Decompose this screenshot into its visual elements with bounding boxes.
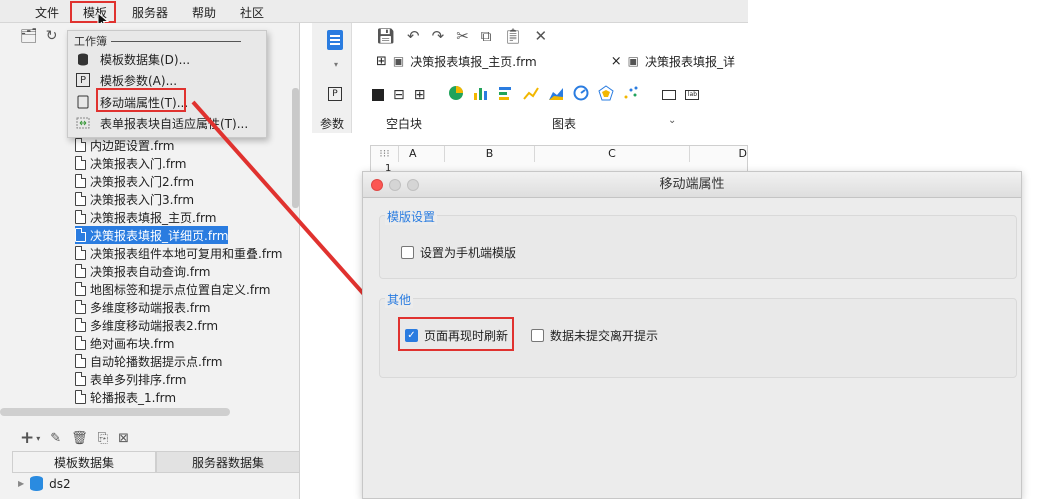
file-icon [75, 228, 86, 242]
cut-icon[interactable]: ✂ [456, 27, 469, 45]
edit-toolbar: 💾︎ ↶ ↷ ✂ ⧉ 📋︎ ✕ [376, 27, 547, 45]
file-icon [75, 318, 86, 332]
tree-item[interactable]: 决策报表入门2.frm [75, 172, 194, 190]
menu-item-parameters[interactable]: P 模板参数(A)... [76, 70, 177, 90]
dropdown-header: 工作簿 [74, 33, 241, 49]
dialog-titlebar: 移动端属性 [363, 172, 1021, 198]
label-icon[interactable]: lab [685, 90, 700, 100]
tab-server-datasets[interactable]: 服务器数据集 [156, 451, 300, 473]
file-icon [75, 282, 86, 296]
textbox-icon[interactable] [662, 90, 677, 100]
adaptive-icon [76, 116, 90, 130]
template-file-icon: ▣ [392, 54, 405, 68]
datasource-tabs: 模板数据集 服务器数据集 [12, 451, 300, 473]
radar-chart-icon[interactable] [598, 85, 615, 105]
menu-server[interactable]: 服务器 [132, 4, 168, 21]
close-window-button[interactable] [371, 179, 383, 191]
refresh-icon[interactable]: ↻ [46, 28, 58, 44]
database-icon [30, 476, 44, 491]
redo-icon[interactable]: ↷ [432, 27, 445, 45]
file-icon [75, 336, 86, 350]
menu-help[interactable]: 帮助 [192, 4, 216, 21]
datasource-item[interactable]: ▶ ds2 [18, 476, 71, 491]
file-icon [75, 390, 86, 404]
delete-icon[interactable]: 🗑︎ [71, 431, 88, 446]
datasource-toolbar: + ▾ ✎ 🗑︎ ⎘ ⊠ [0, 427, 300, 449]
file-icon [75, 354, 86, 368]
zoom-window-button[interactable] [407, 179, 419, 191]
hbar-chart-icon[interactable] [498, 85, 514, 105]
template-tabs: ⊞ ▣ 决策报表填报_主页.frm × ▣ 决策报表填报_详 [376, 50, 748, 72]
tree-item[interactable]: 轮播报表_1.frm [75, 388, 176, 406]
menu-community[interactable]: 社区 [240, 4, 264, 21]
new-folder-icon[interactable]: 🗂︎ [20, 28, 38, 44]
column-header-b[interactable]: B [445, 146, 535, 162]
tree-item[interactable]: 自动轮播数据提示点.frm [75, 352, 222, 370]
file-icon [75, 192, 86, 206]
section-title-template-settings: 模版设置 [385, 208, 438, 225]
save-icon[interactable]: 💾︎ [376, 27, 395, 45]
file-icon [75, 246, 86, 260]
parameter-icon: P [76, 73, 90, 87]
file-icon [75, 372, 86, 386]
checkbox-unchecked[interactable] [531, 329, 544, 342]
tab-layout-icon[interactable]: ⊞ [414, 87, 426, 103]
menu-item-highlight [96, 88, 186, 112]
chevron-down-icon[interactable]: ⌄ [668, 115, 676, 126]
minimize-window-button[interactable] [389, 179, 401, 191]
section-title-other: 其他 [385, 291, 414, 308]
mobile-icon [76, 95, 90, 109]
undo-icon[interactable]: ↶ [407, 27, 420, 45]
sql-icon[interactable]: ⊠ [118, 431, 129, 446]
scatter-chart-icon[interactable] [623, 85, 639, 105]
tab-main-page[interactable]: 决策报表填报_主页.frm [410, 53, 536, 70]
column-header-a[interactable]: A [399, 146, 445, 162]
checkbox-highlight [398, 317, 514, 351]
tab-template-datasets[interactable]: 模板数据集 [12, 451, 156, 473]
checkbox-unsaved-leave-prompt[interactable]: 数据未提交离开提示 [531, 327, 658, 344]
column-header-d[interactable]: D [690, 146, 749, 162]
preview-icon[interactable]: ⎘ [98, 431, 108, 446]
template-file-icon: ▣ [627, 54, 639, 68]
chevron-down-icon[interactable]: ▾ [36, 434, 40, 443]
tree-item[interactable]: 决策报表入门.frm [75, 154, 186, 172]
tree-horizontal-scrollbar[interactable] [0, 408, 230, 416]
close-icon[interactable]: × [611, 54, 622, 69]
tree-item[interactable]: 决策报表入门3.frm [75, 190, 194, 208]
line-chart-icon[interactable] [523, 85, 540, 105]
mobile-template-icon[interactable] [326, 29, 344, 51]
menu-item-dataset[interactable]: 模板数据集(D)... [76, 49, 190, 69]
paste-icon[interactable]: 📋︎ [504, 27, 523, 45]
insert-ribbon: ⊟ ⊞ lab [372, 85, 700, 105]
file-icon [75, 210, 86, 224]
divider [111, 40, 241, 42]
file-icon [75, 174, 86, 188]
checkbox-unchecked[interactable] [401, 246, 414, 259]
file-icon [75, 156, 86, 170]
chevron-down-icon[interactable]: ▾ [334, 60, 338, 69]
edit-icon[interactable]: ✎ [50, 431, 61, 446]
tree-item[interactable]: 表单多列排序.frm [75, 370, 186, 388]
database-icon [76, 52, 90, 66]
file-icon [75, 138, 86, 152]
tree-item[interactable]: 内边距设置.frm [75, 136, 174, 154]
tab-detail-page[interactable]: 决策报表填报_详 [645, 53, 735, 70]
file-icon [75, 264, 86, 278]
add-icon[interactable]: + [20, 428, 34, 448]
layout-icon[interactable]: ⊞ [376, 54, 387, 69]
copy-icon[interactable]: ⧉ [481, 27, 492, 45]
tree-item[interactable]: 绝对画布块.frm [75, 334, 174, 352]
checkbox-set-mobile-template[interactable]: 设置为手机端模版 [401, 244, 516, 261]
area-chart-icon[interactable] [548, 85, 564, 105]
gauge-chart-icon[interactable] [573, 85, 589, 105]
dialog-title: 移动端属性 [659, 177, 725, 192]
pie-chart-icon[interactable] [448, 85, 464, 105]
column-header-c[interactable]: C [535, 146, 690, 162]
delete-icon[interactable]: ✕ [535, 27, 548, 45]
ribbon-label-chart: 图表 [552, 117, 577, 131]
bar-chart-icon[interactable] [473, 85, 489, 105]
file-icon [75, 300, 86, 314]
chevron-right-icon[interactable]: ▶ [18, 479, 24, 488]
menu-file[interactable]: 文件 [35, 4, 59, 21]
